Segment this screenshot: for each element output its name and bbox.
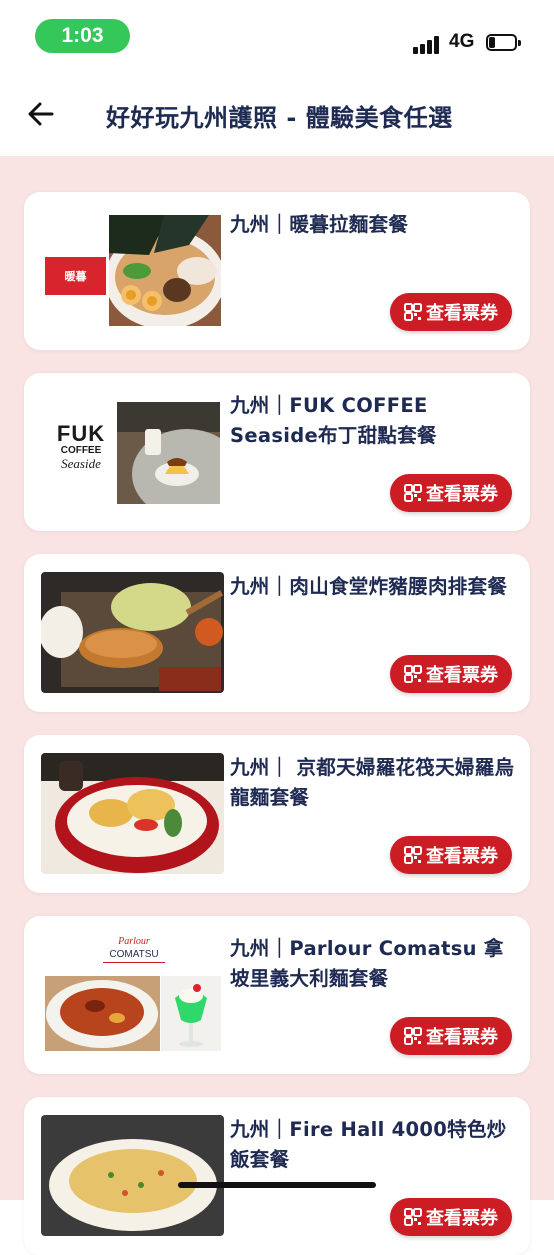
offer-card[interactable]: 九州｜Fire Hall 4000特色炒飯套餐 查看票券: [24, 1097, 530, 1255]
signal-icon: [413, 34, 443, 54]
food-photo-tempura: [41, 753, 224, 874]
view-ticket-label: 查看票券: [426, 1027, 498, 1048]
food-photo-pudding: [117, 402, 220, 504]
qr-code-icon: [404, 1208, 422, 1226]
home-indicator[interactable]: [178, 1182, 376, 1188]
back-button[interactable]: [22, 94, 62, 134]
card-title: 九州｜肉山食堂炸豬腰肉排套餐: [230, 575, 508, 598]
card-title: 九州｜暖暮拉麵套餐: [230, 213, 409, 236]
food-photo-ramen: [109, 215, 221, 326]
card-title: 九州｜ 京都天婦羅花筏天婦羅烏龍麵套餐: [230, 756, 515, 809]
view-ticket-label: 查看票券: [426, 1208, 498, 1229]
status-bar: 1:03 4G: [0, 0, 554, 76]
view-ticket-button[interactable]: 查看票券: [390, 474, 512, 512]
page-title: 好好玩九州護照 - 體驗美食任選: [106, 104, 453, 132]
view-ticket-button[interactable]: 查看票券: [390, 1017, 512, 1055]
card-title: 九州｜Fire Hall 4000特色炒飯套餐: [230, 1118, 507, 1171]
offer-card[interactable]: Parlour COMATSU 九州｜Parlour Comatsu 拿坡里義大…: [24, 916, 530, 1074]
nav-bar: 好好玩九州護照 - 體驗美食任選: [0, 76, 554, 156]
food-photo-cream-soda: [161, 976, 221, 1051]
view-ticket-label: 查看票券: [426, 484, 498, 505]
card-title: 九州｜FUK COFFEE Seaside布丁甜點套餐: [230, 394, 437, 447]
qr-code-icon: [404, 665, 422, 683]
brand-logo-text: FUK: [56, 423, 106, 446]
view-ticket-button[interactable]: 查看票券: [390, 655, 512, 693]
food-photo-fried-rice: [41, 1115, 224, 1236]
status-time: 1:03: [35, 19, 130, 53]
offer-card[interactable]: FUK COFFEE Seaside 九州｜FUK COFFEE Seaside…: [24, 373, 530, 531]
battery-level: [489, 37, 495, 48]
network-label: 4G: [449, 31, 475, 52]
brand-logo-script: Parlour: [118, 936, 150, 947]
brand-logo-script: Seaside: [61, 456, 101, 471]
food-photo-napolitan: [45, 976, 160, 1051]
arrow-left-icon: [28, 102, 54, 126]
view-ticket-label: 查看票券: [426, 846, 498, 867]
offer-card[interactable]: 九州｜ 京都天婦羅花筏天婦羅烏龍麵套餐 查看票券: [24, 735, 530, 893]
qr-code-icon: [404, 846, 422, 864]
qr-code-icon: [404, 303, 422, 321]
offer-card[interactable]: 九州｜肉山食堂炸豬腰肉排套餐 查看票券: [24, 554, 530, 712]
brand-logo: Parlour COMATSU: [103, 936, 165, 972]
offer-list: 暖暮 九州｜暖暮拉麵套餐 查看票券 FUK COFFEE Seaside 九州｜…: [0, 156, 554, 1255]
offer-card[interactable]: 暖暮 九州｜暖暮拉麵套餐 查看票券: [24, 192, 530, 350]
food-photo-tonkatsu: [41, 572, 224, 693]
view-ticket-button[interactable]: 查看票券: [390, 836, 512, 874]
card-title: 九州｜Parlour Comatsu 拿坡里義大利麵套餐: [230, 937, 504, 990]
brand-logo: 暖暮: [45, 257, 106, 295]
brand-logo: FUK COFFEE Seaside: [46, 423, 116, 479]
view-ticket-button[interactable]: 查看票券: [390, 293, 512, 331]
view-ticket-label: 查看票券: [426, 665, 498, 686]
brand-logo-text: 暖暮: [64, 270, 87, 283]
qr-code-icon: [404, 1027, 422, 1045]
qr-code-icon: [404, 484, 422, 502]
battery-icon: [486, 34, 522, 53]
brand-logo-text: COMATSU: [103, 948, 165, 963]
view-ticket-button[interactable]: 查看票券: [390, 1198, 512, 1236]
view-ticket-label: 查看票券: [426, 303, 498, 324]
